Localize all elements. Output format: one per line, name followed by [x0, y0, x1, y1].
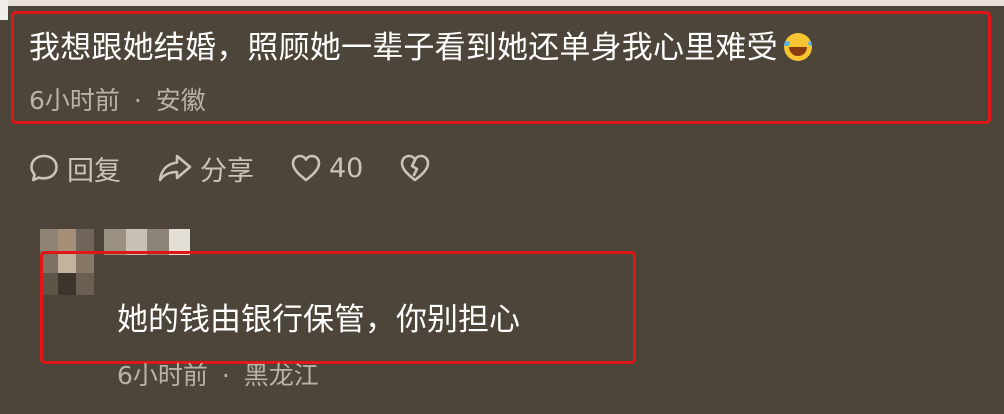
broken-heart-icon — [401, 154, 430, 182]
avatar-pixel — [76, 229, 94, 251]
top-edge-corner — [0, 0, 8, 20]
comment-body: 我想跟她结婚，照顾她一辈子看到她还单身我心里难受 — [29, 28, 812, 68]
comment-actions: 回复 分享 40 — [28, 149, 467, 188]
share-label: 分享 — [200, 155, 254, 187]
reply-text: 她的钱由银行保管，你别担心 — [117, 302, 520, 338]
comment-text: 我想跟她结婚，照顾她一辈子看到她还单身我心里难受 — [29, 30, 778, 66]
comment-location: 安徽 — [155, 86, 206, 115]
laughing-crying-emoji-icon — [783, 33, 812, 61]
share-arrow-icon — [158, 154, 192, 182]
comment-time: 6小时前 — [29, 86, 120, 115]
bottom-fade — [0, 386, 1004, 414]
like-count: 40 — [329, 152, 364, 184]
comment-meta: 6小时前 · 安徽 — [29, 86, 206, 116]
share-button[interactable]: 分享 — [157, 149, 254, 188]
meta-separator: · — [133, 86, 142, 115]
top-edge — [0, 0, 1004, 6]
comment-bubble-icon — [30, 154, 58, 182]
reply-button[interactable]: 回复 — [28, 149, 121, 188]
avatar-pixel — [58, 229, 76, 251]
heart-icon — [291, 154, 321, 182]
like-button[interactable]: 40 — [290, 153, 363, 184]
reply-label: 回复 — [67, 155, 121, 187]
dislike-button[interactable] — [399, 153, 431, 183]
avatar-pixel — [40, 229, 58, 251]
